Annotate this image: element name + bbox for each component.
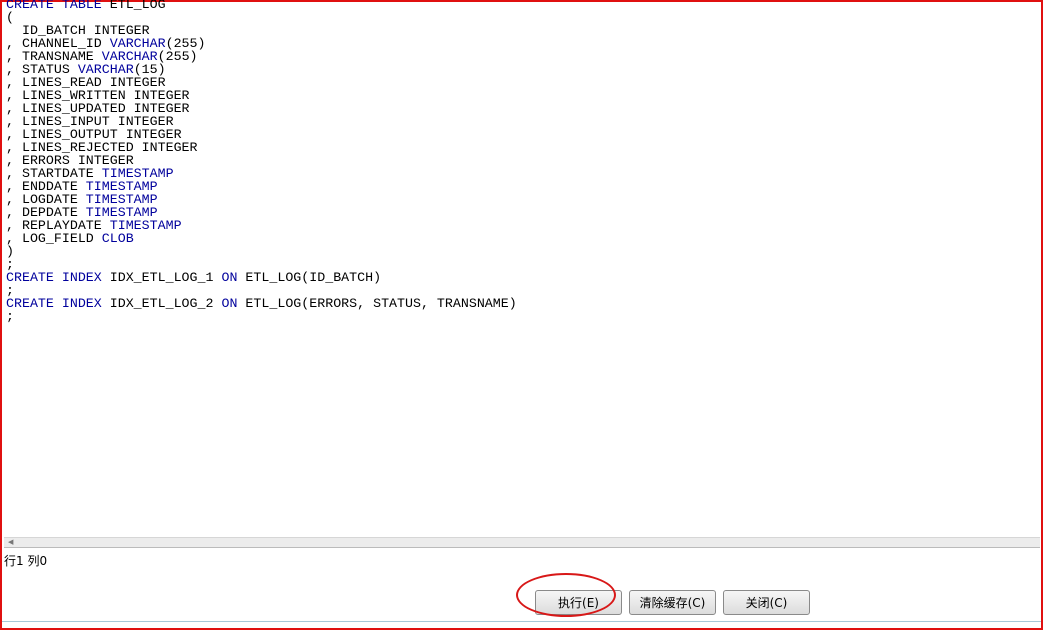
code-line: , ENDDATE TIMESTAMP xyxy=(6,180,1040,193)
sql-text: ETL_LOG xyxy=(101,0,166,12)
code-line: , LINES_REJECTED INTEGER xyxy=(6,141,1040,154)
code-line: , STARTDATE TIMESTAMP xyxy=(6,167,1040,180)
code-line: CREATE INDEX IDX_ETL_LOG_2 ON ETL_LOG(ER… xyxy=(6,297,1040,310)
sql-text: IDX_ETL_LOG_1 xyxy=(101,270,222,285)
sql-text: IDX_ETL_LOG_2 xyxy=(101,296,222,311)
sql-keyword: CREATE TABLE xyxy=(6,0,102,12)
sql-keyword: CREATE INDEX xyxy=(6,296,102,311)
code-line: CREATE TABLE ETL_LOG xyxy=(6,0,1040,11)
sql-text: , LOG_FIELD xyxy=(6,231,102,246)
sql-code[interactable]: CREATE TABLE ETL_LOG( ID_BATCH INTEGER, … xyxy=(4,0,1040,323)
code-line: , REPLAYDATE TIMESTAMP xyxy=(6,219,1040,232)
code-line: , LOGDATE TIMESTAMP xyxy=(6,193,1040,206)
sql-text: ; xyxy=(6,309,14,324)
horizontal-scrollbar[interactable]: ◀ xyxy=(4,537,1040,548)
code-line: ; xyxy=(6,310,1040,323)
sql-editor[interactable]: CREATE TABLE ETL_LOG( ID_BATCH INTEGER, … xyxy=(4,0,1040,536)
sql-keyword: CLOB xyxy=(101,231,134,246)
cursor-position: 行1 列0 xyxy=(4,554,48,568)
execute-button[interactable]: 执行(E) xyxy=(535,590,622,615)
code-line: , LOG_FIELD CLOB xyxy=(6,232,1040,245)
sql-text: ETL_LOG(ERRORS, STATUS, TRANSNAME) xyxy=(237,296,517,311)
code-line: ) xyxy=(6,245,1040,258)
sql-keyword: ON xyxy=(221,296,238,311)
close-button[interactable]: 关闭(C) xyxy=(723,590,810,615)
code-line: ( xyxy=(6,11,1040,24)
sql-keyword: ON xyxy=(221,270,238,285)
divider xyxy=(2,621,1041,622)
sql-keyword: CREATE INDEX xyxy=(6,270,102,285)
code-line: CREATE INDEX IDX_ETL_LOG_1 ON ETL_LOG(ID… xyxy=(6,271,1040,284)
scroll-left-arrow-icon[interactable]: ◀ xyxy=(8,538,13,546)
sql-text: ETL_LOG(ID_BATCH) xyxy=(237,270,382,285)
clear-cache-button[interactable]: 清除缓存(C) xyxy=(629,590,716,615)
